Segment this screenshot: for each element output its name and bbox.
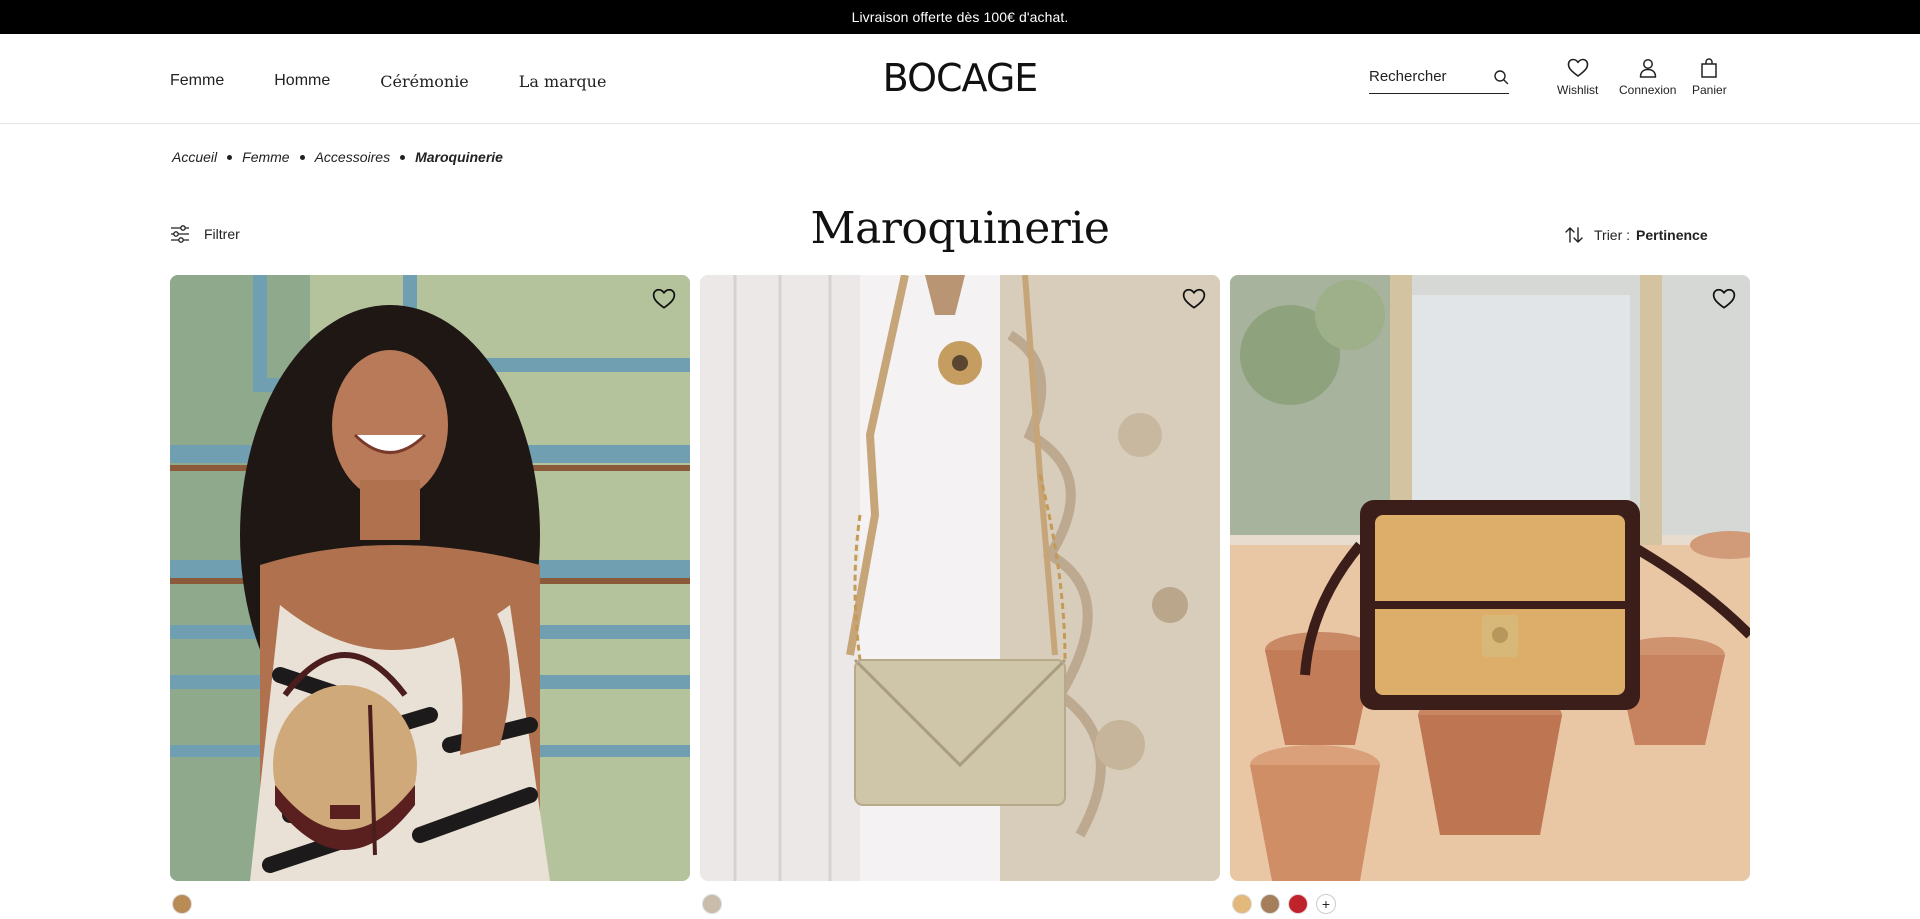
product-card[interactable]: [700, 275, 1220, 881]
color-swatches: [172, 894, 192, 914]
breadcrumb-accessoires[interactable]: Accessoires: [315, 149, 390, 165]
user-icon: [1639, 59, 1656, 78]
product-image-gold-envelope-bag[interactable]: [700, 275, 1220, 881]
product-card[interactable]: [1230, 275, 1750, 881]
announcement-text: Livraison offerte dès 100€ d'achat.: [851, 9, 1069, 25]
wishlist-heart-icon[interactable]: [1712, 287, 1736, 311]
breadcrumb-accueil[interactable]: Accueil: [172, 149, 217, 165]
breadcrumb-separator: [299, 154, 305, 160]
cart-button[interactable]: Panier: [1692, 58, 1727, 97]
product-image-model-straw-bucket-bag[interactable]: [170, 275, 690, 881]
login-label: Connexion: [1619, 83, 1677, 97]
more-colors-button[interactable]: +: [1316, 894, 1336, 914]
announcement-bar: Livraison offerte dès 100€ d'achat.: [0, 0, 1920, 34]
swatch-straw[interactable]: [172, 894, 192, 914]
swatch-gold[interactable]: [702, 894, 722, 914]
swatch-red[interactable]: [1288, 894, 1308, 914]
breadcrumb-current: Maroquinerie: [415, 149, 503, 165]
site-header: Femme Homme Cérémonie La marque BOCAGE R…: [0, 34, 1920, 124]
heart-icon: [1567, 58, 1588, 77]
search-placeholder: Rechercher: [1369, 68, 1447, 85]
wishlist-label: Wishlist: [1557, 83, 1599, 97]
bag-icon: [1701, 58, 1718, 78]
color-swatches: [702, 894, 722, 914]
cart-label: Panier: [1692, 83, 1727, 97]
sort-value: Pertinence: [1636, 227, 1708, 243]
wishlist-heart-icon[interactable]: [1182, 287, 1206, 311]
login-button[interactable]: Connexion: [1619, 58, 1676, 97]
sort-button[interactable]: Trier : Pertinence: [1564, 226, 1708, 244]
search-input[interactable]: Rechercher: [1369, 64, 1509, 94]
breadcrumb-femme[interactable]: Femme: [242, 149, 289, 165]
search-icon[interactable]: [1493, 69, 1509, 85]
product-image-straw-crossbody-bag[interactable]: [1230, 275, 1750, 881]
swatch-brown[interactable]: [1260, 894, 1280, 914]
sort-arrows-icon: [1565, 227, 1583, 243]
sort-label: Trier :: [1594, 227, 1631, 243]
product-card[interactable]: [170, 275, 690, 881]
swatch-straw[interactable]: [1232, 894, 1252, 914]
breadcrumb: Accueil Femme Accessoires Maroquinerie: [172, 149, 503, 165]
wishlist-heart-icon[interactable]: [652, 287, 676, 311]
breadcrumb-separator: [227, 154, 233, 160]
breadcrumb-separator: [400, 154, 406, 160]
wishlist-button[interactable]: Wishlist: [1557, 58, 1598, 97]
color-swatches: +: [1232, 894, 1336, 914]
